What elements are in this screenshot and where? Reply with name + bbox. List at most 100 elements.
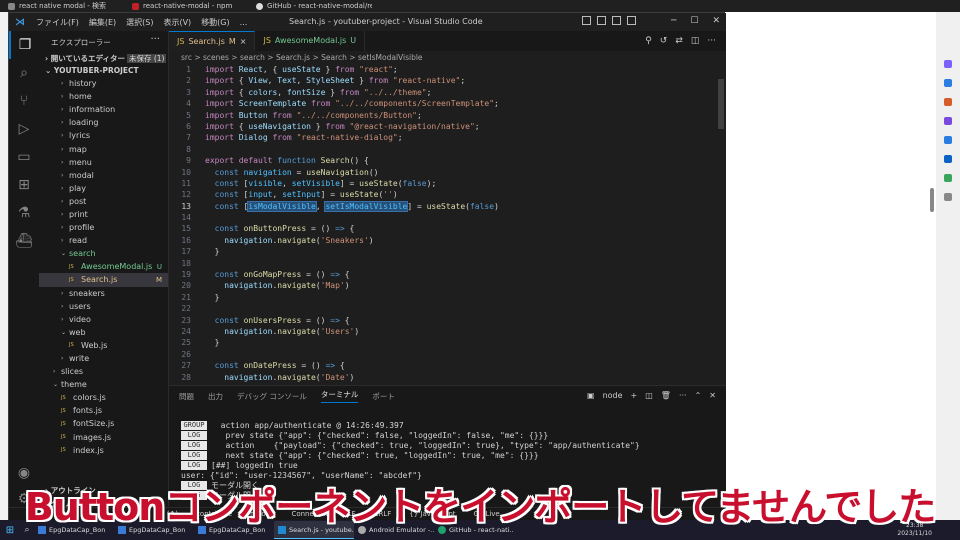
code-line[interactable]: 28 navigation.navigate('Date') xyxy=(169,373,726,384)
code-line[interactable]: 19 const onGoMapPress = () => { xyxy=(169,270,726,281)
code-line[interactable]: 14 xyxy=(169,213,726,224)
tab-output[interactable]: 出力 xyxy=(208,391,223,402)
code-line[interactable]: 23 const onUsersPress = () => { xyxy=(169,316,726,327)
code-line[interactable]: 10 const navigation = useNavigation() xyxy=(169,168,726,179)
source-control-icon[interactable]: ⑂ xyxy=(9,87,39,115)
code-line[interactable]: 1 import React, { useState } from "react"… xyxy=(169,65,726,76)
code-line[interactable]: 26 xyxy=(169,350,726,361)
close-icon[interactable]: ✕ xyxy=(712,16,720,26)
tree-item[interactable]: JS fontSize.js xyxy=(39,417,168,430)
code-line[interactable]: 18 xyxy=(169,259,726,270)
breadcrumb[interactable]: src > scenes > search > Search.js > Sear… xyxy=(169,51,726,65)
code-line[interactable]: 4 import ScreenTemplate from "../../compo… xyxy=(169,99,726,110)
code-line[interactable]: 6 import { useNavigation } from "@react-n… xyxy=(169,122,726,133)
menu-file[interactable]: ファイル(F) xyxy=(31,17,84,28)
code-line[interactable]: 7 import Dialog from "react-native-dialog… xyxy=(169,133,726,144)
tree-item[interactable]: › information xyxy=(39,103,168,116)
close-panel-icon[interactable]: ✕ xyxy=(709,391,716,400)
code-line[interactable]: 3 import { colors, fontSize } from "../..… xyxy=(169,88,726,99)
maximize-panel-icon[interactable]: ⌃ xyxy=(695,391,702,400)
toggle-panel-icon[interactable] xyxy=(597,16,606,25)
outlook-icon[interactable] xyxy=(944,155,952,163)
tree-item[interactable]: › sneakers xyxy=(39,287,168,300)
tree-item[interactable]: JS index.js xyxy=(39,444,168,457)
search-icon[interactable]: ⌕ xyxy=(9,59,39,87)
tab-problems[interactable]: 問題 xyxy=(179,391,194,402)
browser-tab-1[interactable]: react native modal - 検索 xyxy=(0,0,124,12)
toggle-secondary-sidebar-icon[interactable] xyxy=(612,16,621,25)
tree-item[interactable]: JS fonts.js xyxy=(39,404,168,417)
code-line[interactable]: 15 const onButtonPress = () => { xyxy=(169,224,726,235)
tree-item[interactable]: › history xyxy=(39,77,168,90)
menu-go[interactable]: 移動(G) xyxy=(196,17,234,28)
tree-item[interactable]: › modal xyxy=(39,169,168,182)
code-line[interactable]: 22 xyxy=(169,304,726,315)
search-icon[interactable]: ⌕ xyxy=(20,525,34,535)
code-line[interactable]: 21 } xyxy=(169,293,726,304)
browser-scrollbar[interactable] xyxy=(930,188,934,212)
tree-item[interactable]: JS Web.js xyxy=(39,339,168,352)
tree-item[interactable]: › loading xyxy=(39,116,168,129)
tree-item[interactable]: › lyrics xyxy=(39,129,168,142)
tree-item[interactable]: › video xyxy=(39,313,168,326)
maximize-icon[interactable]: ☐ xyxy=(690,16,698,26)
tree-item[interactable]: JS colors.js xyxy=(39,391,168,404)
browser-tab-2[interactable]: react-native-modal - npm xyxy=(124,0,248,12)
games-icon[interactable] xyxy=(944,117,952,125)
tree-item[interactable]: › home xyxy=(39,90,168,103)
customize-layout-icon[interactable] xyxy=(627,16,636,25)
more-actions-icon[interactable]: ··· xyxy=(150,34,160,45)
code-line[interactable]: 20 navigation.navigate('Map') xyxy=(169,281,726,292)
code-line[interactable]: 12 const [input, setInput] = useState(''… xyxy=(169,190,726,201)
tree-item[interactable]: › post xyxy=(39,195,168,208)
editor-scrollbar[interactable] xyxy=(718,79,724,129)
tree-item[interactable]: JS Search.js M xyxy=(39,273,168,287)
split-terminal-icon[interactable]: ◫ xyxy=(645,391,653,400)
tree-item[interactable]: › users xyxy=(39,300,168,313)
tree-item[interactable]: ⌄ web xyxy=(39,326,168,339)
project-section[interactable]: ⌄ YOUTUBER-PROJECT xyxy=(39,64,168,77)
toggle-sidebar-icon[interactable] xyxy=(582,16,591,25)
tree-item[interactable]: ⌄ theme xyxy=(39,378,168,391)
open-editors-section[interactable]: › 開いているエディター 未保存 (1) xyxy=(39,51,168,64)
windows-start-icon[interactable]: ⊞ xyxy=(0,525,20,536)
code-line[interactable]: 11 const [visible, setVisible] = useStat… xyxy=(169,179,726,190)
tree-item[interactable]: › menu xyxy=(39,156,168,169)
code-line[interactable]: 24 navigation.navigate('Users') xyxy=(169,327,726,338)
code-line[interactable]: 9 export default function Search() { xyxy=(169,156,726,167)
menu-edit[interactable]: 編集(E) xyxy=(84,17,121,28)
compare-icon[interactable]: ⇄ xyxy=(675,36,683,46)
trash-icon[interactable]: 🗑 xyxy=(661,391,671,400)
tree-item[interactable]: › profile xyxy=(39,221,168,234)
remote-explorer-icon[interactable]: ▭ xyxy=(9,143,39,171)
code-line[interactable]: 16 navigation.navigate('Sneakers') xyxy=(169,236,726,247)
code-editor[interactable]: 1 import React, { useState } from "react"… xyxy=(169,65,726,384)
toolbox-icon[interactable] xyxy=(944,98,952,106)
more-actions-icon[interactable]: ··· xyxy=(679,391,687,400)
menu-more[interactable]: ... xyxy=(235,18,253,27)
tree-item[interactable]: JS AwesomeModal.js U xyxy=(39,260,168,273)
tree-item[interactable]: › print xyxy=(39,208,168,221)
split-editor-icon[interactable]: ◫ xyxy=(691,36,700,46)
minimize-icon[interactable]: ─ xyxy=(671,16,676,26)
tree-item[interactable]: › slices xyxy=(39,365,168,378)
office-icon[interactable] xyxy=(944,136,952,144)
code-line[interactable]: 17 } xyxy=(169,247,726,258)
docker-icon[interactable]: ⛴ xyxy=(9,227,39,255)
code-line[interactable]: 27 const onDatePress = () => { xyxy=(169,361,726,372)
run-debug-icon[interactable]: ▷ xyxy=(9,115,39,143)
testing-icon[interactable]: ⚗ xyxy=(9,199,39,227)
tab-ports[interactable]: ポート xyxy=(372,391,395,402)
code-line[interactable]: 25 } xyxy=(169,338,726,349)
copilot-icon[interactable] xyxy=(944,60,952,68)
run-icon[interactable]: ⚲ xyxy=(645,36,652,46)
tree-item[interactable]: › read xyxy=(39,234,168,247)
code-line[interactable]: 5 import Button from "../../components/Bu… xyxy=(169,111,726,122)
tree-item[interactable]: JS images.js xyxy=(39,431,168,444)
code-line[interactable]: 8 xyxy=(169,145,726,156)
new-terminal-icon[interactable]: + xyxy=(631,391,638,400)
menu-view[interactable]: 表示(V) xyxy=(158,17,196,28)
tab-search-js[interactable]: JS Search.js M × xyxy=(169,31,256,51)
extensions-icon[interactable]: ⊞ xyxy=(9,171,39,199)
drop-icon[interactable] xyxy=(944,174,952,182)
